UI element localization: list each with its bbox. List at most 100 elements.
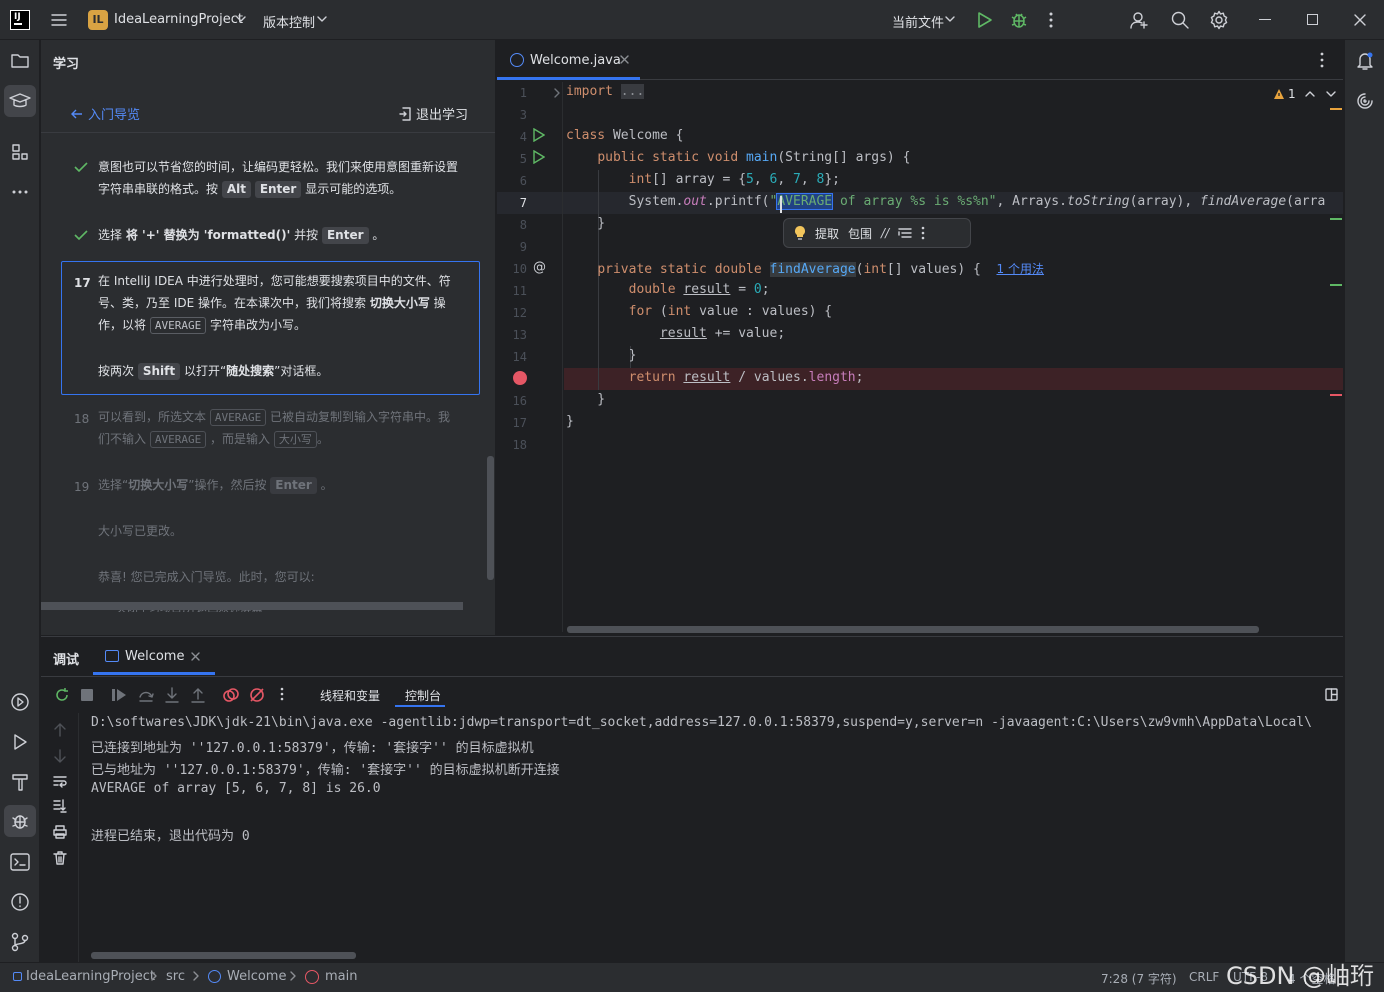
settings-gear-icon[interactable]: [1209, 10, 1229, 30]
breadcrumb-separator-icon: [151, 971, 157, 981]
next-highlight-icon[interactable]: [1326, 90, 1336, 98]
learn-cap-icon[interactable]: [4, 85, 36, 117]
scroll-to-end-icon[interactable]: [53, 799, 67, 813]
breadcrumb-src[interactable]: src: [166, 969, 185, 984]
floating-toolbar: 提取 包围 //: [783, 218, 971, 248]
more-actions-icon[interactable]: [1046, 11, 1056, 29]
resume-icon[interactable]: [111, 687, 127, 703]
exit-learning-button[interactable]: 退出学习: [398, 104, 468, 123]
editor-horizontal-scrollbar[interactable]: [567, 626, 1259, 633]
git-branch-icon[interactable]: [4, 926, 36, 958]
project-folder-icon[interactable]: [4, 45, 36, 77]
code-line-10[interactable]: private static double findAverage(int[] …: [566, 260, 1044, 277]
stop-icon[interactable]: [81, 689, 93, 701]
close-tab-icon[interactable]: [620, 55, 629, 64]
build-hammer-icon[interactable]: [4, 766, 36, 798]
run-icon[interactable]: [975, 11, 993, 29]
back-to-tour-link[interactable]: 入门导览: [71, 104, 140, 123]
fold-chevron-icon[interactable]: [554, 88, 560, 98]
services-icon[interactable]: [4, 686, 36, 718]
view-breakpoints-icon[interactable]: [223, 687, 239, 703]
code-editor: Welcome.java 1 3 4 5 6 7 8 9 10 11 12 13…: [497, 40, 1343, 635]
breadcrumb-method[interactable]: main: [325, 969, 357, 984]
tab-more-icon[interactable]: [1319, 52, 1325, 68]
code-line-16[interactable]: }: [566, 392, 605, 407]
up-arrow-icon[interactable]: [54, 723, 66, 737]
chevron-down-icon: [317, 15, 327, 23]
comment-icon[interactable]: //: [881, 226, 889, 240]
step-number: 17: [74, 276, 91, 290]
console-horizontal-scrollbar[interactable]: [91, 952, 356, 959]
lesson-step-17: 在 IntelliJ IDEA 中进行处理时，您可能想要搜索项目中的文件、符 号…: [98, 274, 451, 380]
surround-button[interactable]: 包围: [848, 225, 872, 242]
extract-button[interactable]: 提取: [815, 225, 839, 242]
step-over-icon[interactable]: [138, 687, 154, 703]
lightbulb-icon[interactable]: [794, 225, 806, 241]
tab-threads-variables[interactable]: 线程和变量: [320, 687, 380, 704]
down-arrow-icon[interactable]: [54, 749, 66, 763]
print-icon[interactable]: [53, 825, 67, 839]
line-separator[interactable]: CRLF: [1189, 970, 1219, 984]
implementation-at-icon[interactable]: @: [533, 261, 546, 275]
close-window-icon[interactable]: [1353, 13, 1367, 27]
breadcrumb-class[interactable]: Welcome: [227, 969, 286, 984]
notifications-bell-icon[interactable]: [1349, 45, 1381, 77]
layout-settings-icon[interactable]: [1325, 688, 1338, 701]
search-icon[interactable]: [1170, 10, 1190, 30]
code-line-7[interactable]: System.out.printf("AVERAGE of array %s i…: [566, 193, 1325, 210]
popup-more-icon[interactable]: [921, 226, 925, 240]
console-line: 已连接到地址为 ''127.0.0.1:58379'，传输: '套接字'' 的目…: [91, 741, 534, 756]
run-gutter-icon[interactable]: [533, 150, 545, 164]
rerun-icon[interactable]: [54, 687, 70, 703]
prev-highlight-icon[interactable]: [1305, 90, 1315, 98]
intellij-logo-icon[interactable]: IJ: [10, 10, 30, 30]
run-tool-icon[interactable]: [4, 726, 36, 758]
code-line-6[interactable]: int[] array = {5, 6, 7, 8};: [566, 172, 840, 187]
debug-icon[interactable]: [1009, 10, 1029, 30]
code-line-12[interactable]: for (int value : values) {: [566, 304, 833, 319]
more-tools-icon[interactable]: [4, 176, 36, 208]
code-line-8[interactable]: }: [566, 216, 605, 231]
usages-link[interactable]: 1 个用法: [997, 262, 1044, 276]
code-line-4[interactable]: class Welcome {: [566, 128, 683, 143]
debug-tool-icon[interactable]: [4, 805, 36, 837]
code-line-14[interactable]: }: [566, 348, 637, 363]
caret-position[interactable]: 7:28 (7 字符): [1101, 970, 1177, 987]
inspection-widget[interactable]: 1: [1273, 87, 1296, 101]
step-into-icon[interactable]: [164, 687, 180, 703]
reformat-icon[interactable]: [898, 227, 912, 239]
vertical-scrollbar[interactable]: [487, 456, 494, 580]
main-menu-icon[interactable]: [50, 12, 68, 28]
project-name-dropdown[interactable]: IdeaLearningProject: [114, 12, 243, 27]
minimize-icon[interactable]: [1259, 19, 1271, 20]
soft-wrap-icon[interactable]: [53, 775, 67, 789]
breakpoint-icon[interactable]: [513, 371, 527, 385]
step-out-icon[interactable]: [190, 687, 206, 703]
close-session-icon[interactable]: [191, 652, 200, 661]
tab-console[interactable]: 控制台: [405, 687, 441, 704]
run-config-dropdown[interactable]: 当前文件: [892, 12, 944, 31]
code-line-11[interactable]: double result = 0;: [566, 282, 770, 297]
breadcrumb-project[interactable]: IdeaLearningProject: [26, 969, 155, 984]
run-gutter-icon[interactable]: [533, 128, 545, 142]
code-line-5[interactable]: public static void main(String[] args) {: [566, 150, 910, 165]
clear-trash-icon[interactable]: [53, 851, 67, 865]
debug-more-icon[interactable]: [280, 687, 284, 701]
ai-assistant-icon[interactable]: [1349, 85, 1381, 117]
breadcrumb-separator-icon: [193, 971, 199, 981]
mute-breakpoints-icon[interactable]: [249, 687, 265, 703]
exit-label: 退出学习: [416, 108, 469, 123]
vcs-dropdown[interactable]: 版本控制: [263, 12, 315, 31]
structure-icon[interactable]: [4, 136, 36, 168]
code-line-1[interactable]: import ...: [566, 84, 645, 99]
add-user-icon[interactable]: [1129, 10, 1149, 30]
code-line-15[interactable]: return result / values.length;: [566, 370, 864, 385]
terminal-icon[interactable]: [4, 846, 36, 878]
step-number: 19: [74, 480, 90, 494]
maximize-icon[interactable]: [1307, 14, 1318, 25]
code-line-17[interactable]: }: [566, 414, 574, 429]
project-badge[interactable]: IL: [88, 10, 108, 30]
horizontal-scrollbar[interactable]: [41, 602, 463, 610]
code-line-13[interactable]: result += value;: [566, 326, 785, 341]
problems-icon[interactable]: [4, 886, 36, 918]
